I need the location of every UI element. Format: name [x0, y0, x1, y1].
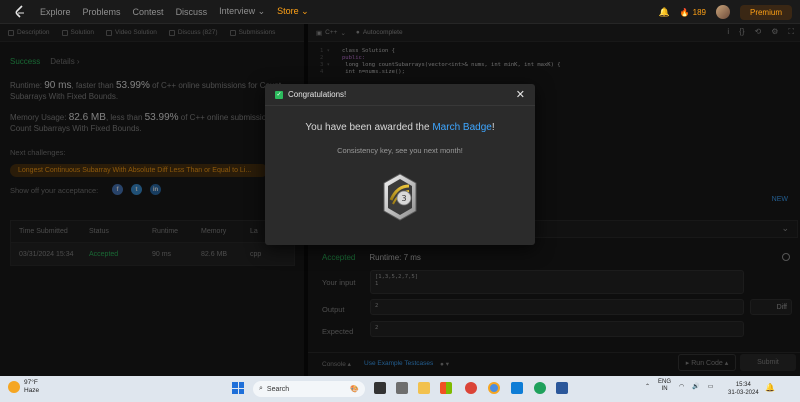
sun-icon [8, 381, 20, 393]
chrome-icon[interactable] [465, 382, 477, 394]
svg-text:3: 3 [401, 194, 406, 203]
speaker-icon[interactable]: 🔊 [692, 383, 699, 390]
nav-store[interactable]: Store ⌄ [277, 6, 309, 17]
nav-right: 🔔 🔥 189 Premium [658, 0, 792, 24]
badge-name-link[interactable]: March Badge [432, 122, 491, 133]
modal-title: Congratulations! [288, 90, 347, 99]
top-nav: Explore Problems Contest Discuss Intervi… [0, 0, 800, 24]
nav-discuss[interactable]: Discuss [176, 7, 208, 17]
calculator-icon[interactable] [556, 382, 568, 394]
avatar[interactable] [715, 5, 730, 19]
edge-icon[interactable] [534, 382, 546, 394]
streak-counter[interactable]: 🔥 189 [680, 8, 706, 17]
consistency-message: Consistency key, see you next month! [337, 146, 463, 155]
windows-start-icon[interactable] [232, 382, 244, 394]
search-icon: ⌕ [259, 385, 263, 392]
award-modal: ✓ Congratulations! ✕ You have been award… [265, 84, 535, 245]
nav-interview[interactable]: Interview ⌄ [219, 6, 265, 17]
battery-icon[interactable]: ▭ [708, 383, 714, 390]
checkmark-icon: ✓ [275, 90, 283, 99]
fire-icon: 🔥 [679, 7, 690, 17]
leetcode-logo-icon[interactable] [12, 4, 28, 20]
clock[interactable]: 15:34 31-03-2024 [728, 381, 759, 397]
language-indicator[interactable]: ENG IN [658, 379, 671, 393]
file-explorer-icon[interactable] [418, 382, 430, 394]
nav-explore[interactable]: Explore [40, 7, 71, 17]
nav-contest[interactable]: Contest [133, 7, 164, 17]
march-badge-icon: 3 [383, 173, 417, 221]
microsoft-store-icon[interactable] [440, 382, 452, 394]
chrome-active-icon[interactable] [488, 382, 500, 394]
bell-icon[interactable]: 🔔 [658, 7, 669, 18]
windows-taskbar: 97°F Haze ⌕ Search 🎨 ⌃ ENG IN ◠ 🔊 ▭ 15:3… [0, 376, 800, 402]
chevron-up-icon[interactable]: ⌃ [645, 383, 650, 390]
premium-button[interactable]: Premium [739, 4, 792, 20]
streak-count: 189 [692, 7, 706, 17]
nav-problems[interactable]: Problems [83, 7, 121, 17]
system-tray: ⌃ ENG IN ◠ 🔊 ▭ [645, 379, 713, 393]
notification-icon[interactable]: 🔔 [765, 383, 775, 392]
close-icon[interactable]: ✕ [516, 88, 525, 101]
taskbar-search[interactable]: ⌕ Search 🎨 [253, 381, 365, 397]
award-message: You have been awarded the March Badge! [305, 122, 495, 133]
wifi-icon[interactable]: ◠ [679, 383, 684, 390]
weather-widget[interactable]: 97°F Haze [8, 379, 39, 395]
app-icon[interactable] [396, 382, 408, 394]
vscode-icon[interactable] [511, 382, 523, 394]
search-highlight-icon: 🎨 [350, 386, 359, 393]
task-view-icon[interactable] [374, 382, 386, 394]
modal-header: ✓ Congratulations! [265, 84, 535, 106]
